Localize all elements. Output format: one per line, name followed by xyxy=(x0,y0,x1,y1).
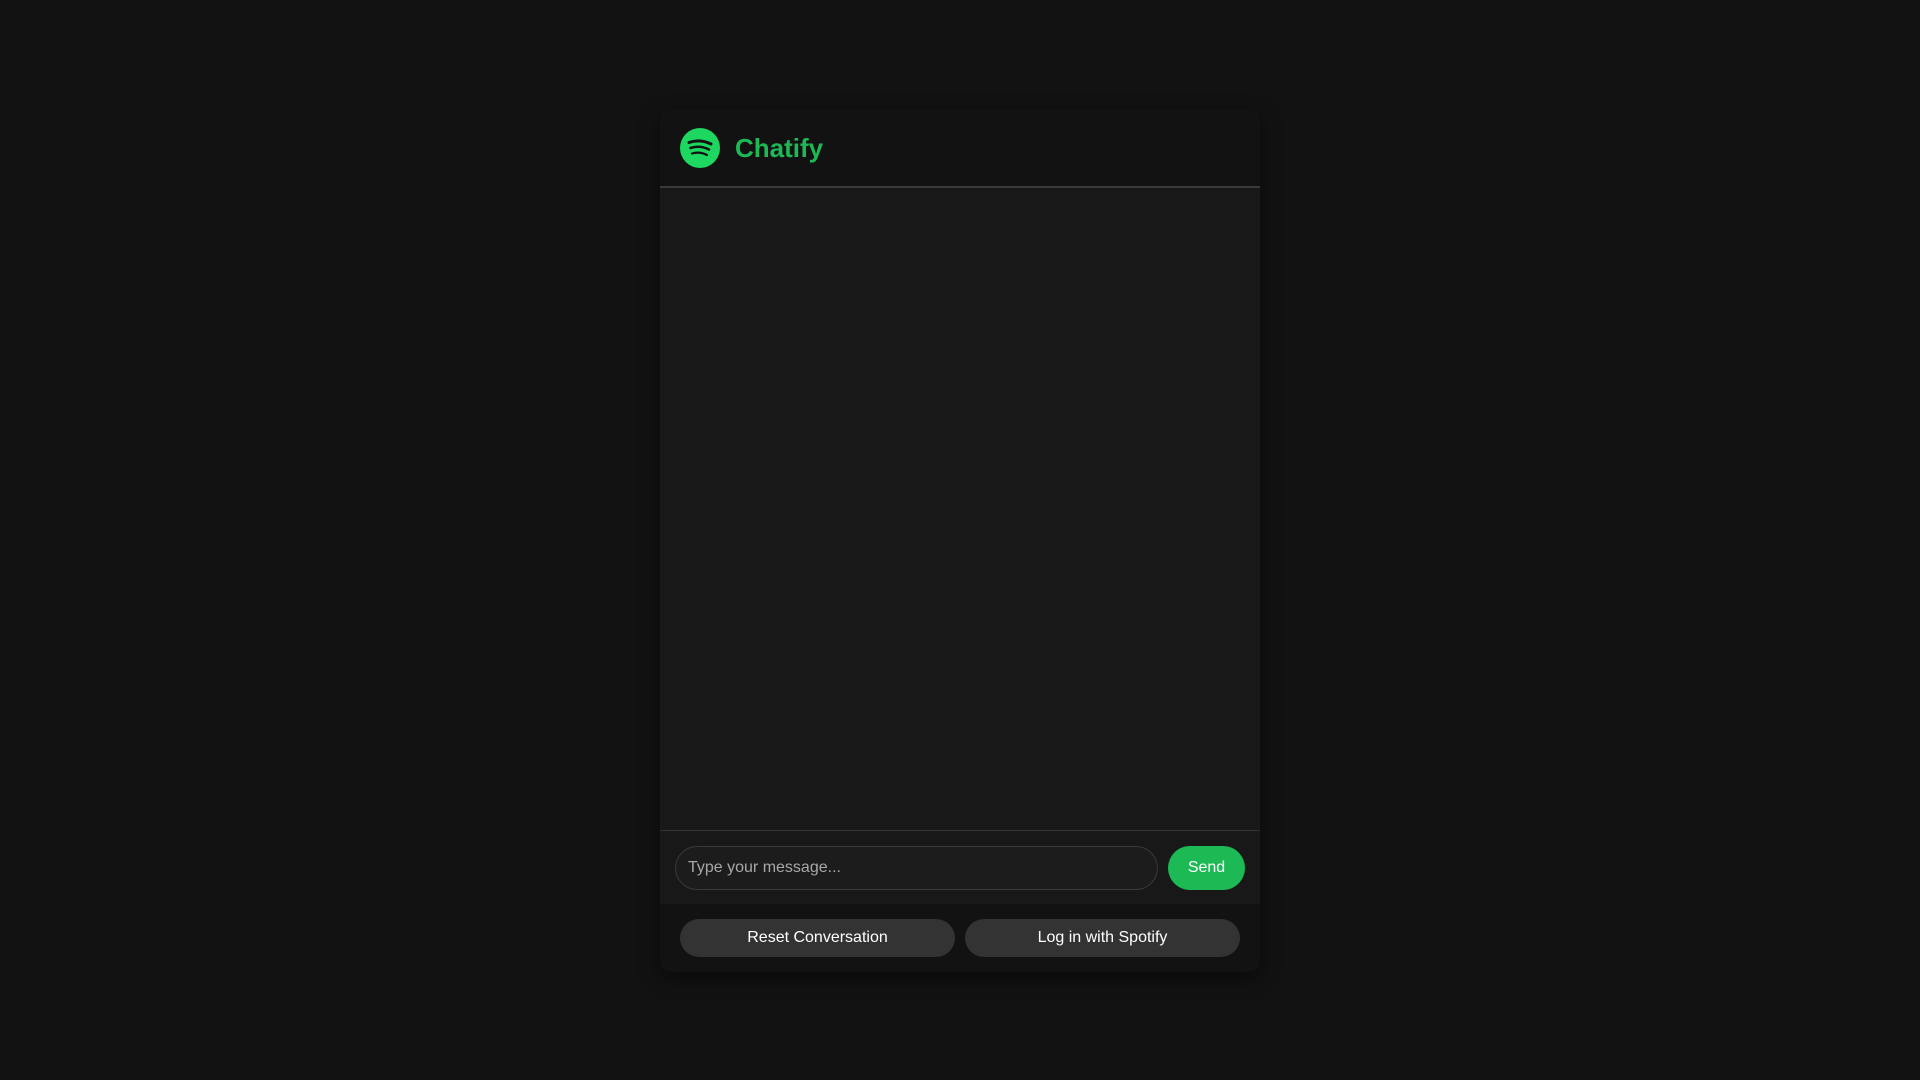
message-composer: Send xyxy=(660,830,1260,904)
spotify-logo-icon xyxy=(680,128,720,168)
app-title: Chatify xyxy=(735,132,824,163)
send-button[interactable]: Send xyxy=(1168,845,1245,890)
chat-window: Chatify Send Reset Conversation Log in w… xyxy=(660,110,1260,972)
reset-conversation-button[interactable]: Reset Conversation xyxy=(680,919,955,957)
message-list[interactable] xyxy=(660,188,1260,830)
chat-header: Chatify xyxy=(660,110,1260,188)
action-bar: Reset Conversation Log in with Spotify xyxy=(660,904,1260,972)
spotify-login-button[interactable]: Log in with Spotify xyxy=(965,919,1240,957)
message-input[interactable] xyxy=(675,845,1158,890)
